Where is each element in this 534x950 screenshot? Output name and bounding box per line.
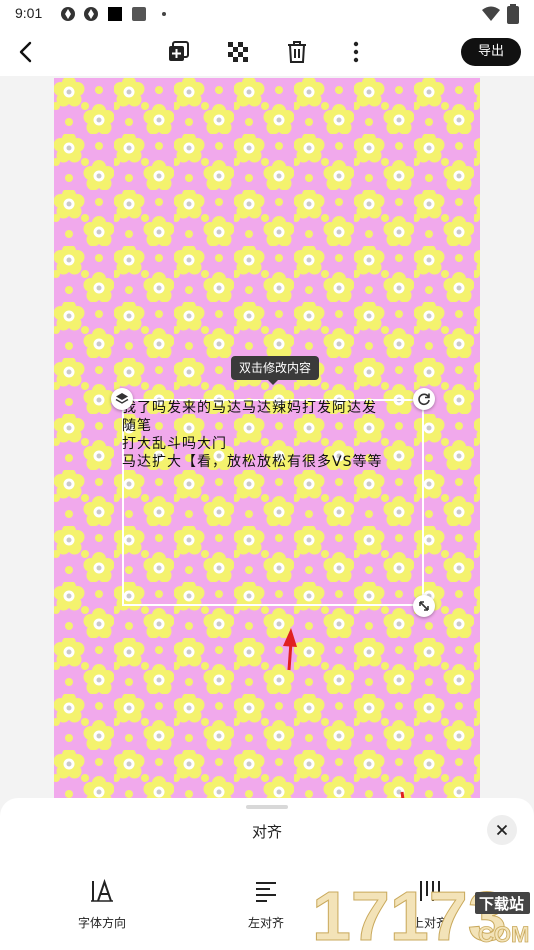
tooltip-arrow (268, 380, 278, 385)
rotate-icon (418, 393, 430, 406)
align-left-option[interactable]: 左对齐 (221, 878, 311, 931)
rotate-handle[interactable] (413, 388, 435, 410)
close-button[interactable] (487, 815, 517, 845)
layers-icon (115, 393, 129, 404)
gray-square-notification-icon (132, 7, 146, 21)
sheet-title: 对齐 (251, 823, 282, 841)
back-arrow-icon[interactable] (12, 38, 40, 66)
wifi-icon (482, 6, 500, 21)
status-bar: 9:01 (0, 0, 534, 28)
edit-hint-tooltip: 双击修改内容 (231, 356, 320, 380)
status-time: 9:01 (15, 5, 43, 21)
add-layer-icon[interactable] (165, 38, 193, 66)
watermark-domain: COM (478, 922, 529, 947)
trash-icon[interactable] (283, 38, 311, 66)
editor-toolbar: 导出 (0, 28, 534, 76)
battery-icon (507, 4, 519, 24)
text-line: 我了吗发来的马达马达辣妈打发阿达发 (122, 400, 377, 416)
site-watermark-logo: 17173 下载站 COM (312, 877, 530, 948)
app-notification-icon-2 (84, 7, 98, 21)
red-annotation-arrow-up (283, 628, 297, 671)
transparency-checker-icon[interactable] (224, 38, 252, 66)
export-button[interactable]: 导出 (461, 38, 521, 66)
more-notifications-dot-icon (162, 12, 166, 16)
text-direction-icon (91, 878, 113, 902)
text-line: 马达扩大【看，放松放松有很多VS等等 (122, 454, 383, 470)
more-options-icon[interactable] (342, 38, 370, 66)
text-line: 随笔 (122, 418, 152, 434)
resize-handle[interactable] (413, 595, 435, 617)
watermark-brand: 下载站 (479, 895, 524, 913)
text-layer-content[interactable]: 我了吗发来的马达马达辣妈打发阿达发 随笔 打大乱斗吗大门 马达扩大【看，放松放松… (122, 399, 432, 471)
sheet-grabber[interactable] (246, 805, 288, 809)
resize-icon (419, 601, 429, 611)
layer-handle[interactable] (111, 388, 133, 410)
app-notification-icon (61, 7, 75, 21)
close-icon (496, 824, 508, 836)
black-square-notification-icon (108, 7, 122, 21)
align-left-icon (256, 882, 276, 902)
option-label: 字体方向 (77, 916, 126, 930)
option-label: 左对齐 (247, 916, 284, 930)
text-direction-option[interactable]: 字体方向 (57, 878, 147, 931)
text-line: 打大乱斗吗大门 (122, 436, 227, 452)
